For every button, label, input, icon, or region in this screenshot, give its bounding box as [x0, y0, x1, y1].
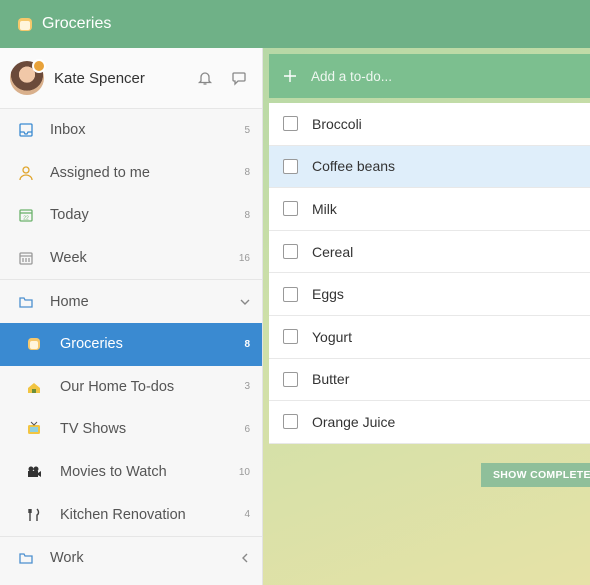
list-title: Groceries [42, 15, 112, 32]
plus-icon [283, 69, 297, 83]
task-row[interactable]: Coffee beans [269, 145, 590, 189]
task-checkbox[interactable] [283, 158, 298, 174]
task-row[interactable]: Cereal [269, 230, 590, 274]
sidebar-item-label: Week [50, 250, 87, 267]
user-name[interactable]: Kate Spencer [54, 70, 194, 87]
sidebar-item-label: TV Shows [60, 421, 127, 438]
task-title[interactable]: Eggs [312, 286, 344, 302]
task-title[interactable]: Broccoli [312, 116, 362, 132]
chat-bubble-icon[interactable] [228, 67, 250, 89]
item-count: 8 [244, 209, 250, 221]
task-checkbox[interactable] [283, 244, 298, 260]
task-list-panel: Add a to-do... Broccoli Coffee beans Mil… [263, 48, 590, 585]
folder-icon [16, 548, 36, 568]
item-count: 3 [244, 381, 250, 393]
task-checkbox[interactable] [283, 116, 298, 132]
person-icon [16, 163, 36, 183]
calendar-today-icon: 22 [16, 205, 36, 225]
bell-icon[interactable] [194, 67, 216, 89]
task-checkbox[interactable] [283, 414, 298, 430]
top-bar: Groceries [0, 0, 590, 48]
house-icon [24, 377, 44, 397]
sidebar-item-label: Inbox [50, 122, 86, 139]
item-count: 5 [244, 124, 250, 136]
sidebar-item-movies[interactable]: Movies to Watch 10 [0, 451, 262, 494]
task-title[interactable]: Milk [312, 201, 337, 217]
tv-icon [24, 419, 44, 439]
sidebar-item-week[interactable]: Week 16 [0, 237, 262, 280]
sidebar-item-assigned[interactable]: Assigned to me 8 [0, 152, 262, 195]
add-todo-input[interactable]: Add a to-do... [311, 69, 392, 84]
sidebar-item-label: Groceries [60, 336, 123, 353]
svg-text:22: 22 [23, 216, 29, 222]
task-checkbox[interactable] [283, 371, 298, 387]
inbox-icon [16, 120, 36, 140]
sidebar-item-kitchen[interactable]: Kitchen Renovation 4 [0, 493, 262, 536]
task-list: Broccoli Coffee beans Milk Cereal Eggs Y… [269, 103, 590, 444]
task-row[interactable]: Milk [269, 188, 590, 231]
item-count: 8 [244, 338, 250, 350]
sidebar-item-label: Our Home To-dos [60, 378, 175, 395]
task-row[interactable]: Butter [269, 358, 590, 402]
task-title[interactable]: Yogurt [312, 329, 352, 345]
sidebar-item-label: Today [50, 207, 89, 224]
sidebar-item-home-todos[interactable]: Our Home To-dos 3 [0, 366, 262, 409]
item-count: 16 [238, 252, 250, 264]
task-title[interactable]: Orange Juice [312, 414, 395, 430]
bread-icon [24, 334, 44, 354]
sidebar-item-label: Assigned to me [50, 164, 150, 181]
sidebar-item-label: Home [50, 293, 89, 310]
sidebar-item-label: Movies to Watch [60, 464, 167, 481]
sidebar: Kate Spencer Inbox 5 Assigned to me 8 22… [0, 48, 263, 585]
task-row[interactable]: Broccoli [269, 103, 590, 146]
task-row[interactable]: Orange Juice [269, 401, 590, 444]
sidebar-item-inbox[interactable]: Inbox 5 [0, 109, 262, 152]
task-row[interactable]: Yogurt [269, 315, 590, 359]
folder-icon [16, 292, 36, 312]
task-title[interactable]: Butter [312, 371, 349, 387]
chevron-left-icon[interactable] [238, 551, 252, 565]
task-title[interactable]: Cereal [312, 244, 353, 260]
sidebar-item-today[interactable]: 22 Today 8 [0, 194, 262, 237]
sidebar-item-groceries[interactable]: Groceries 8 [0, 322, 262, 366]
sidebar-item-tv-shows[interactable]: TV Shows 6 [0, 408, 262, 451]
add-todo-bar[interactable]: Add a to-do... [269, 54, 590, 98]
item-count: 10 [238, 466, 250, 478]
task-row[interactable]: Eggs [269, 273, 590, 316]
utensils-icon [24, 505, 44, 525]
task-checkbox[interactable] [283, 286, 298, 302]
task-title[interactable]: Coffee beans [312, 158, 395, 174]
sidebar-item-label: Kitchen Renovation [60, 506, 186, 523]
item-count: 8 [244, 167, 250, 179]
sidebar-folder-work[interactable]: Work [0, 535, 262, 580]
chevron-down-icon[interactable] [238, 295, 252, 309]
sidebar-item-label: Work [50, 550, 84, 567]
task-checkbox[interactable] [283, 329, 298, 345]
bread-icon [14, 13, 36, 35]
task-checkbox[interactable] [283, 201, 298, 217]
avatar[interactable] [10, 59, 46, 95]
item-count: 4 [244, 509, 250, 521]
calendar-week-icon [16, 248, 36, 268]
show-completed-button[interactable]: SHOW COMPLETED TO-DOS [481, 463, 590, 487]
item-count: 6 [244, 423, 250, 435]
profile-header: Kate Spencer [0, 48, 262, 109]
sidebar-folder-home[interactable]: Home [0, 279, 262, 323]
camera-icon [24, 462, 44, 482]
